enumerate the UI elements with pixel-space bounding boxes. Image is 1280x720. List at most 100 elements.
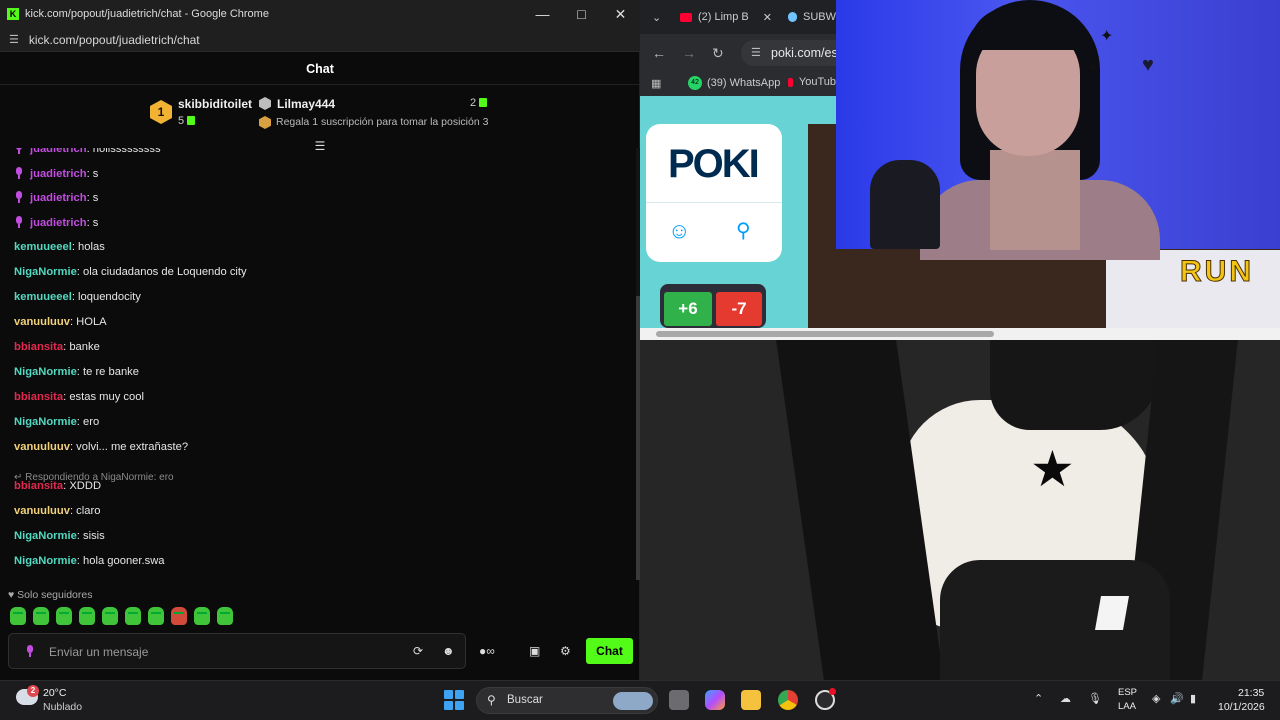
chat-message[interactable]: NigaNormie: ola ciudadanos de Loquendo c… (14, 266, 247, 278)
chat-username[interactable]: kemuueeel (14, 241, 72, 253)
reply-context[interactable]: ↵ Respondiendo a NigaNormie: ero (14, 472, 174, 483)
chat-message[interactable]: juadietrich: holisssssssss (14, 148, 161, 155)
chat-username[interactable]: juadietrich (30, 168, 87, 180)
chat-message[interactable]: NigaNormie: hola gooner.swa (14, 555, 165, 567)
input-language-top[interactable]: ESP (1118, 687, 1137, 698)
emote-9[interactable] (194, 607, 210, 625)
task-view-icon[interactable] (669, 690, 689, 710)
clock-date[interactable]: 10/1/2026 (1218, 701, 1265, 713)
translate-icon[interactable]: ⟳ (413, 644, 423, 658)
gift-icon (187, 116, 196, 125)
chat-username[interactable]: juadietrich (30, 148, 87, 155)
tab-search-chevron-icon[interactable]: ⌄ (652, 6, 661, 28)
settings-gear-icon[interactable]: ⚙ (560, 644, 571, 658)
chat-message[interactable]: vanuuluuv: claro (14, 505, 100, 517)
chat-username[interactable]: NigaNormie (14, 416, 77, 428)
emoji-icon[interactable]: ☻ (442, 644, 455, 658)
rank-1-badge-icon: 1 (150, 100, 172, 124)
chat-message[interactable]: bbiansita: banke (14, 341, 100, 353)
chat-username[interactable]: bbiansita (14, 391, 63, 403)
chat-username[interactable]: vanuuluuv (14, 441, 70, 453)
chat-message-text: : sisis (76, 530, 105, 542)
chat-message[interactable]: NigaNormie: sisis (14, 530, 105, 542)
start-windows-icon[interactable] (444, 690, 464, 710)
leader-1-name[interactable]: skibbiditoilet (178, 97, 252, 111)
tab-youtube[interactable]: (2) Limp B ✕ (680, 6, 772, 28)
send-chat-button[interactable]: Chat (586, 638, 633, 664)
chat-message[interactable]: kemuueeel: loquendocity (14, 291, 141, 303)
chat-username[interactable]: NigaNormie (14, 266, 77, 278)
mic-tray-icon[interactable]: 🎙 (1088, 692, 1102, 705)
chat-username[interactable]: vanuuluuv (14, 505, 70, 517)
weather-condition[interactable]: Nublado (43, 701, 82, 713)
horizontal-scrollbar-thumb[interactable] (656, 331, 994, 337)
message-input[interactable] (49, 642, 399, 662)
battery-icon[interactable]: ▮ (1190, 692, 1196, 705)
chat-message[interactable]: juadietrich: s (14, 191, 98, 204)
tray-expand-chevron-icon[interactable]: ⌃ (1034, 692, 1043, 705)
weather-temperature[interactable]: 20°C (43, 687, 66, 699)
emote-6[interactable] (125, 607, 141, 625)
kicks-icon[interactable]: ●∞ (479, 644, 495, 658)
bookmark-youtube[interactable]: YouTub (788, 76, 836, 88)
minimize-button[interactable]: — (523, 6, 562, 22)
wifi-icon[interactable]: ◈ (1152, 692, 1160, 705)
chat-username[interactable]: NigaNormie (14, 555, 77, 567)
poki-logo[interactable]: POKI (668, 142, 760, 187)
voice-mic-icon[interactable] (25, 645, 35, 657)
chat-message-text: : s (86, 168, 99, 180)
chat-message[interactable]: NigaNormie: ero (14, 416, 99, 428)
chat-message[interactable]: vanuuluuv: volvi... me extrañaste? (14, 441, 188, 453)
youtube-icon (680, 12, 692, 22)
chrome-icon[interactable] (778, 690, 798, 710)
anime-fang (1095, 596, 1129, 630)
user-account-icon[interactable]: ☺ (668, 218, 690, 244)
site-info-icon[interactable]: ☰ (9, 33, 19, 46)
emote-10[interactable] (217, 607, 233, 625)
cloud-sync-icon[interactable]: ☁ (1060, 692, 1071, 705)
chat-message[interactable]: NigaNormie: te re banke (14, 366, 139, 378)
chat-username[interactable]: bbiansita (14, 341, 63, 353)
reload-icon[interactable]: ↻ (712, 45, 724, 62)
chat-username[interactable]: juadietrich (30, 192, 87, 204)
store-icon[interactable]: ▣ (529, 644, 540, 658)
tab-subway-label: SUBW (803, 11, 836, 23)
chat-message[interactable]: bbiansita: estas muy cool (14, 391, 144, 403)
tab-close-icon[interactable]: ✕ (763, 11, 772, 24)
close-button[interactable]: ✕ (601, 6, 640, 23)
chat-username[interactable]: vanuuluuv (14, 316, 70, 328)
chat-message[interactable]: kemuueeel: holas (14, 241, 105, 253)
bookmark-whatsapp[interactable]: 42 (39) WhatsApp (688, 76, 780, 90)
site-info-icon[interactable]: ☰ (751, 40, 761, 66)
popup-url-bar[interactable]: ☰ kick.com/popout/juadietrich/chat (0, 28, 640, 52)
chat-message[interactable]: juadietrich: s (14, 216, 98, 229)
taskbar-search[interactable]: ⚲ Buscar (476, 687, 658, 714)
apps-grid-icon[interactable]: ▦ (651, 77, 661, 90)
copilot-icon[interactable] (705, 690, 725, 710)
emote-2[interactable] (33, 607, 49, 625)
clock-time[interactable]: 21:35 (1238, 687, 1264, 699)
tab-subway[interactable]: SUBW (788, 6, 836, 28)
emote-8[interactable] (171, 607, 187, 625)
maximize-button[interactable]: □ (562, 6, 601, 22)
emote-3[interactable] (56, 607, 72, 625)
chat-username[interactable]: NigaNormie (14, 366, 77, 378)
chat-message[interactable]: juadietrich: s (14, 167, 98, 180)
leader-2-count-value: 2 (470, 97, 477, 109)
forward-arrow-icon[interactable]: → (682, 45, 696, 61)
search-icon[interactable]: ⚲ (736, 218, 751, 243)
message-input-box[interactable]: ⟳ ☻ (8, 633, 466, 669)
emote-4[interactable] (79, 607, 95, 625)
chat-username[interactable]: kemuueeel (14, 291, 72, 303)
chat-username[interactable]: NigaNormie (14, 530, 77, 542)
volume-icon[interactable]: 🔊 (1170, 692, 1184, 705)
back-arrow-icon[interactable]: ← (652, 45, 666, 61)
emote-1[interactable] (10, 607, 26, 625)
file-explorer-icon[interactable] (741, 690, 761, 710)
chat-username[interactable]: juadietrich (30, 217, 87, 229)
emote-7[interactable] (148, 607, 164, 625)
emote-5[interactable] (102, 607, 118, 625)
chat-message[interactable]: vanuuluuv: HOLA (14, 316, 107, 328)
input-language-bottom[interactable]: LAA (1118, 701, 1136, 712)
leader-2-name[interactable]: Lilmay444 (277, 97, 335, 111)
